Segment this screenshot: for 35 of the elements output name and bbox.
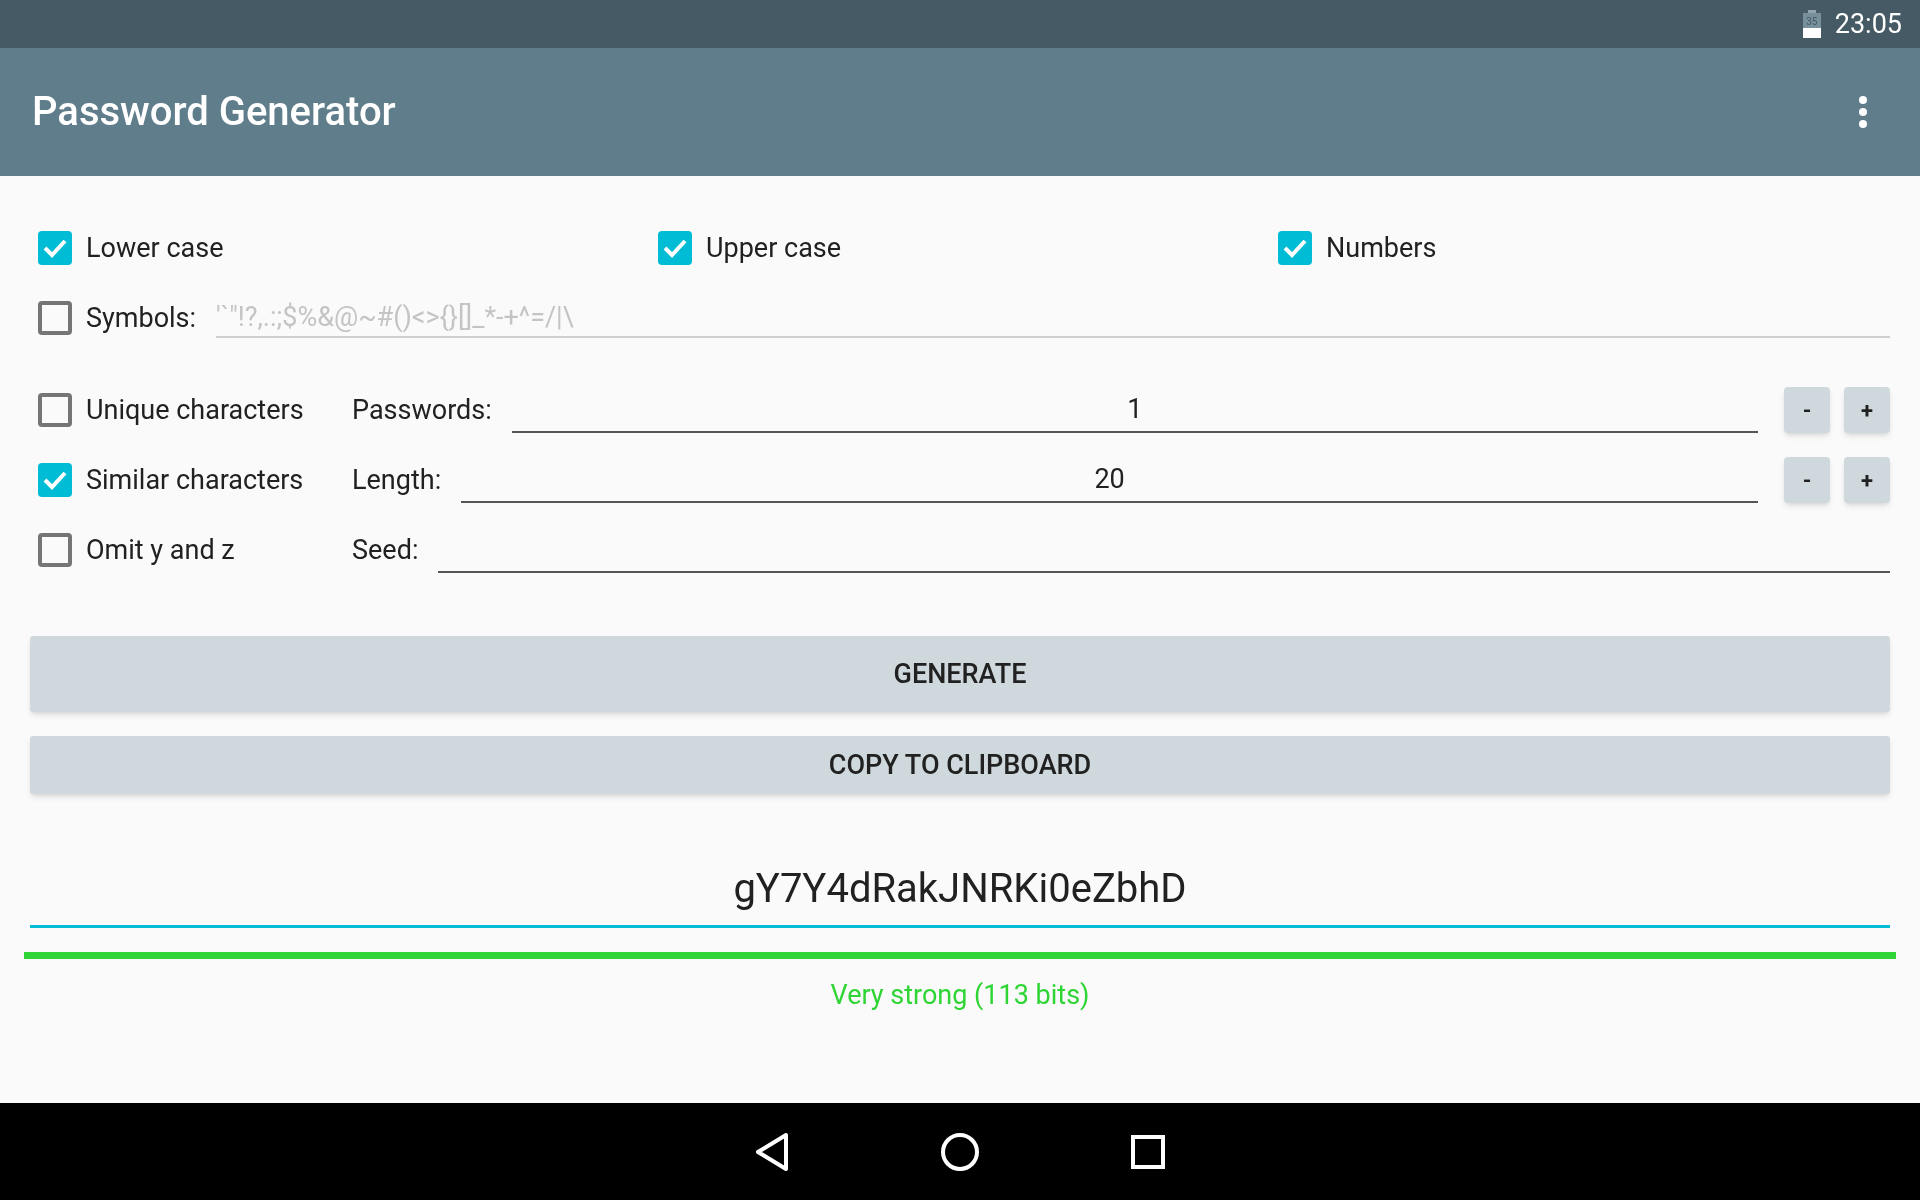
increment-button[interactable]: +	[1844, 387, 1890, 433]
clock: 23:05	[1834, 6, 1902, 42]
app-title: Password Generator	[32, 87, 396, 137]
battery-level-text: 35	[1805, 16, 1819, 28]
checkbox[interactable]	[658, 231, 692, 265]
checkbox-label[interactable]: Unique characters	[86, 389, 304, 431]
input-field[interactable]: 1	[511, 387, 1758, 433]
checkbox-label[interactable]: Lower case	[86, 227, 224, 269]
checkbox[interactable]	[38, 231, 72, 265]
decrement-button[interactable]: -	[1784, 457, 1830, 503]
checkbox[interactable]	[1278, 231, 1312, 265]
home-icon[interactable]	[940, 1131, 980, 1172]
field-label: Passwords:	[352, 392, 492, 428]
copy-button[interactable]: COPY TO CLIPBOARD	[30, 736, 1890, 794]
decrement-button[interactable]: -	[1784, 387, 1830, 433]
checkbox[interactable]	[38, 463, 72, 497]
checkbox-label[interactable]: Similar characters	[86, 459, 304, 501]
checkbox-label[interactable]: Omit y and z	[86, 529, 235, 571]
recents-icon[interactable]	[1130, 1133, 1166, 1170]
back-icon[interactable]	[754, 1131, 790, 1172]
strength-label: Very strong (113 bits)	[830, 978, 1090, 1013]
password-field[interactable]: gY7Y4dRakJNRKi0eZbhD	[30, 866, 1890, 928]
input-field[interactable]: 20	[461, 457, 1758, 503]
checkbox-label[interactable]: Symbols:	[86, 297, 197, 339]
checkbox-label[interactable]: Upper case	[706, 227, 842, 269]
increment-button[interactable]: +	[1844, 457, 1890, 503]
field-label: Length:	[352, 462, 442, 498]
checkbox-label[interactable]: Numbers	[1326, 227, 1437, 269]
generate-button[interactable]: GENERATE	[30, 636, 1890, 712]
symbols-field[interactable]: '`"!?,.:;$%&@~#()<>{}[]_*-+^=/|\	[216, 298, 1890, 338]
checkbox[interactable]	[38, 393, 72, 427]
field-label: Seed:	[352, 532, 419, 568]
more-options-icon[interactable]	[1858, 96, 1868, 128]
checkbox[interactable]	[38, 533, 72, 567]
checkbox[interactable]	[38, 301, 72, 335]
